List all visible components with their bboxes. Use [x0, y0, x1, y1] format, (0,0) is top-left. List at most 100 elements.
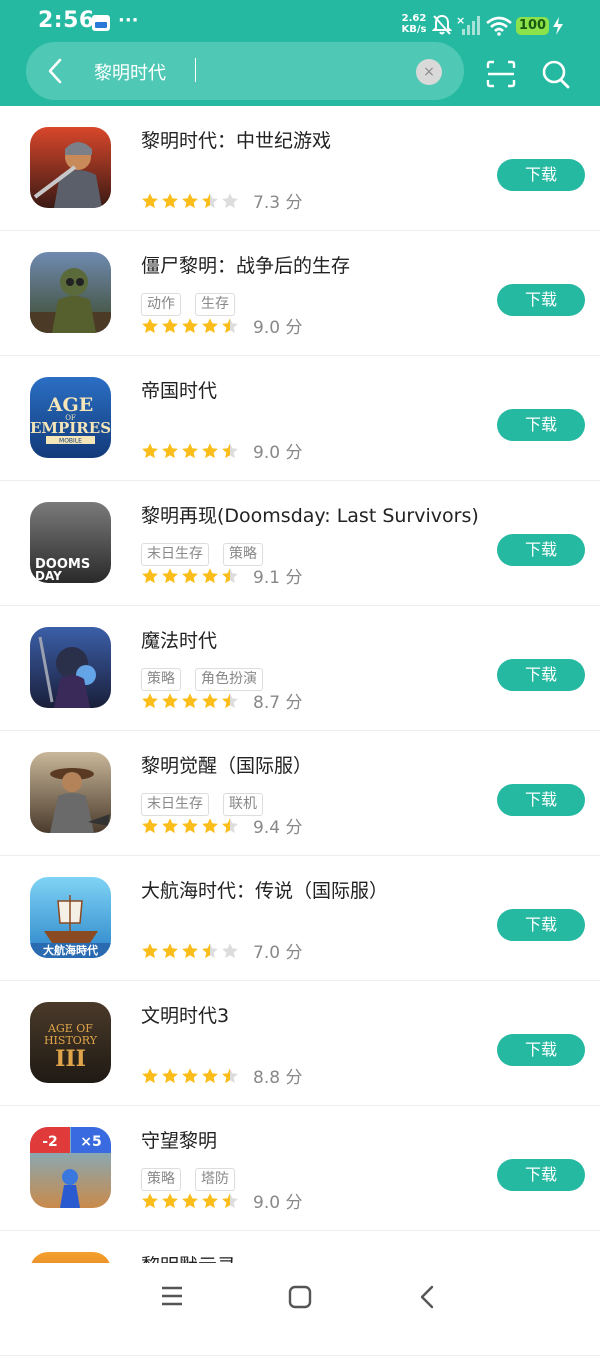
star-icon — [222, 1067, 238, 1083]
scan-icon[interactable] — [486, 60, 516, 88]
star-rating: 9.0 分 — [141, 313, 302, 338]
star-rating: 9.1 分 — [141, 563, 302, 588]
app-name: 文明时代3 — [141, 1005, 230, 1027]
download-button[interactable]: 下载 — [497, 534, 585, 566]
star-icon — [162, 942, 178, 958]
star-icon — [202, 192, 218, 208]
result-item[interactable]: AGE OF HISTORY III 文明时代3 8.8 分 下载 — [0, 981, 600, 1106]
star-icon — [182, 1192, 198, 1208]
home-square-icon[interactable] — [288, 1285, 312, 1309]
star-icon — [162, 1067, 178, 1083]
search-box[interactable]: 黎明时代 × — [26, 42, 464, 100]
star-icon — [202, 1192, 218, 1208]
result-item[interactable]: 僵尸黎明：战争后的生存 动作 生存 9.0 分下载 — [0, 231, 600, 356]
star-icon — [182, 567, 198, 583]
result-item[interactable]: AGE OF EMPIRES MOBILE 帝国时代 9.0 分 下载 — [0, 356, 600, 481]
star-icon — [182, 692, 198, 708]
star-icon — [162, 567, 178, 583]
search-icon[interactable] — [542, 60, 570, 90]
network-speed-unit: KB/s — [401, 24, 427, 35]
back-chevron-icon[interactable] — [418, 1284, 436, 1310]
download-button[interactable]: 下载 — [497, 409, 585, 441]
rating-score: 8.8 分 — [253, 1068, 303, 1088]
star-icon — [162, 317, 178, 333]
rating-score: 9.0 分 — [253, 443, 303, 463]
more-notifications-icon: ··· — [118, 10, 139, 31]
download-button[interactable]: 下载 — [497, 159, 585, 191]
star-icon — [142, 1067, 158, 1083]
clear-search-button[interactable]: × — [416, 59, 442, 85]
notification-app-icon — [92, 15, 110, 31]
rating-score: 7.3 分 — [253, 193, 303, 213]
star-icon — [182, 942, 198, 958]
star-icon — [222, 817, 238, 833]
app-name: 魔法时代 — [141, 630, 218, 652]
star-icon — [222, 317, 238, 333]
star-rating: 9.0 分 — [141, 1188, 302, 1213]
star-icon — [182, 817, 198, 833]
svg-text:AGE: AGE — [47, 394, 93, 416]
star-icon — [202, 942, 218, 958]
star-rating: 8.7 分 — [141, 688, 302, 713]
svg-text:×: × — [456, 14, 465, 27]
result-item[interactable]: 黎明觉醒（国际服） 末日生存 联机 9.4 分下载 — [0, 731, 600, 856]
app-icon-doomsday[interactable]: DOOMS DAY — [30, 502, 111, 583]
svg-text:MOBILE: MOBILE — [59, 438, 82, 445]
rating-score: 9.0 分 — [253, 318, 303, 338]
star-icon — [142, 817, 158, 833]
star-icon — [142, 692, 158, 708]
download-button[interactable]: 下载 — [497, 1034, 585, 1066]
star-icon — [162, 192, 178, 208]
status-time: 2:56 — [38, 8, 95, 33]
star-icon — [162, 692, 178, 708]
app-name: 黎明再现(Doomsday: Last Survivors) — [141, 505, 479, 527]
app-icon-sailing-ship[interactable]: 大航海時代 — [30, 877, 111, 958]
star-icon — [222, 942, 238, 958]
star-icon — [222, 192, 238, 208]
app-name: 大航海时代：传说（国际服） — [141, 880, 389, 902]
svg-text:DAY: DAY — [35, 569, 62, 583]
app-icon-soldier-gasmask[interactable] — [30, 252, 111, 333]
wifi-icon — [486, 16, 512, 36]
app-icon-runner[interactable]: -2 ×5 — [30, 1127, 111, 1208]
menu-icon[interactable] — [160, 1285, 184, 1307]
network-speed-value: 2.62 — [401, 13, 427, 24]
signal-icon: × — [456, 14, 480, 35]
text-caret — [195, 58, 196, 82]
star-icon — [162, 442, 178, 458]
star-icon — [142, 942, 158, 958]
download-button[interactable]: 下载 — [497, 909, 585, 941]
back-arrow-icon[interactable] — [46, 57, 66, 85]
system-navigation-bar — [0, 1263, 600, 1333]
app-icon-age-of-history[interactable]: AGE OF HISTORY III — [30, 1002, 111, 1083]
star-icon — [222, 442, 238, 458]
download-button[interactable]: 下载 — [497, 659, 585, 691]
rating-score: 7.0 分 — [253, 943, 303, 963]
result-item[interactable]: -2 ×5 守望黎明 策略 塔防 9.0 分下载 — [0, 1106, 600, 1231]
star-icon — [182, 317, 198, 333]
rating-score: 8.7 分 — [253, 693, 303, 713]
search-input[interactable]: 黎明时代 — [94, 59, 166, 85]
svg-text:×5: ×5 — [80, 1134, 101, 1150]
download-button[interactable]: 下载 — [497, 284, 585, 316]
search-results-list: 黎明时代：中世纪游戏 7.3 分下载 僵尸黎明：战争后的生存 动作 生存 9.0 分下载 A… — [0, 106, 600, 1356]
rating-score: 9.0 分 — [253, 1193, 303, 1213]
result-item[interactable]: DOOMS DAY 黎明再现(Doomsday: Last Survivors) 末日… — [0, 481, 600, 606]
app-icon-cowboy[interactable] — [30, 752, 111, 833]
app-icon-knight[interactable] — [30, 127, 111, 208]
download-button[interactable]: 下载 — [497, 1159, 585, 1191]
star-icon — [182, 1067, 198, 1083]
star-icon — [222, 692, 238, 708]
app-icon-age-of-empires[interactable]: AGE OF EMPIRES MOBILE — [30, 377, 111, 458]
app-icon-mage[interactable] — [30, 627, 111, 708]
app-header: 2:56 ··· 2.62 KB/s × 100 黎明时代 × — [0, 0, 600, 106]
svg-text:EMPIRES: EMPIRES — [30, 419, 111, 437]
result-item[interactable]: 大航海時代 大航海时代：传说（国际服） 7.0 分 下载 — [0, 856, 600, 981]
app-name: 僵尸黎明：战争后的生存 — [141, 255, 351, 277]
svg-text:大航海時代: 大航海時代 — [43, 943, 98, 957]
star-icon — [202, 692, 218, 708]
star-rating: 7.0 分 — [141, 938, 302, 963]
download-button[interactable]: 下载 — [497, 784, 585, 816]
result-item[interactable]: 魔法时代 策略 角色扮演 8.7 分下载 — [0, 606, 600, 731]
result-item[interactable]: 黎明时代：中世纪游戏 7.3 分 下载 — [0, 106, 600, 231]
